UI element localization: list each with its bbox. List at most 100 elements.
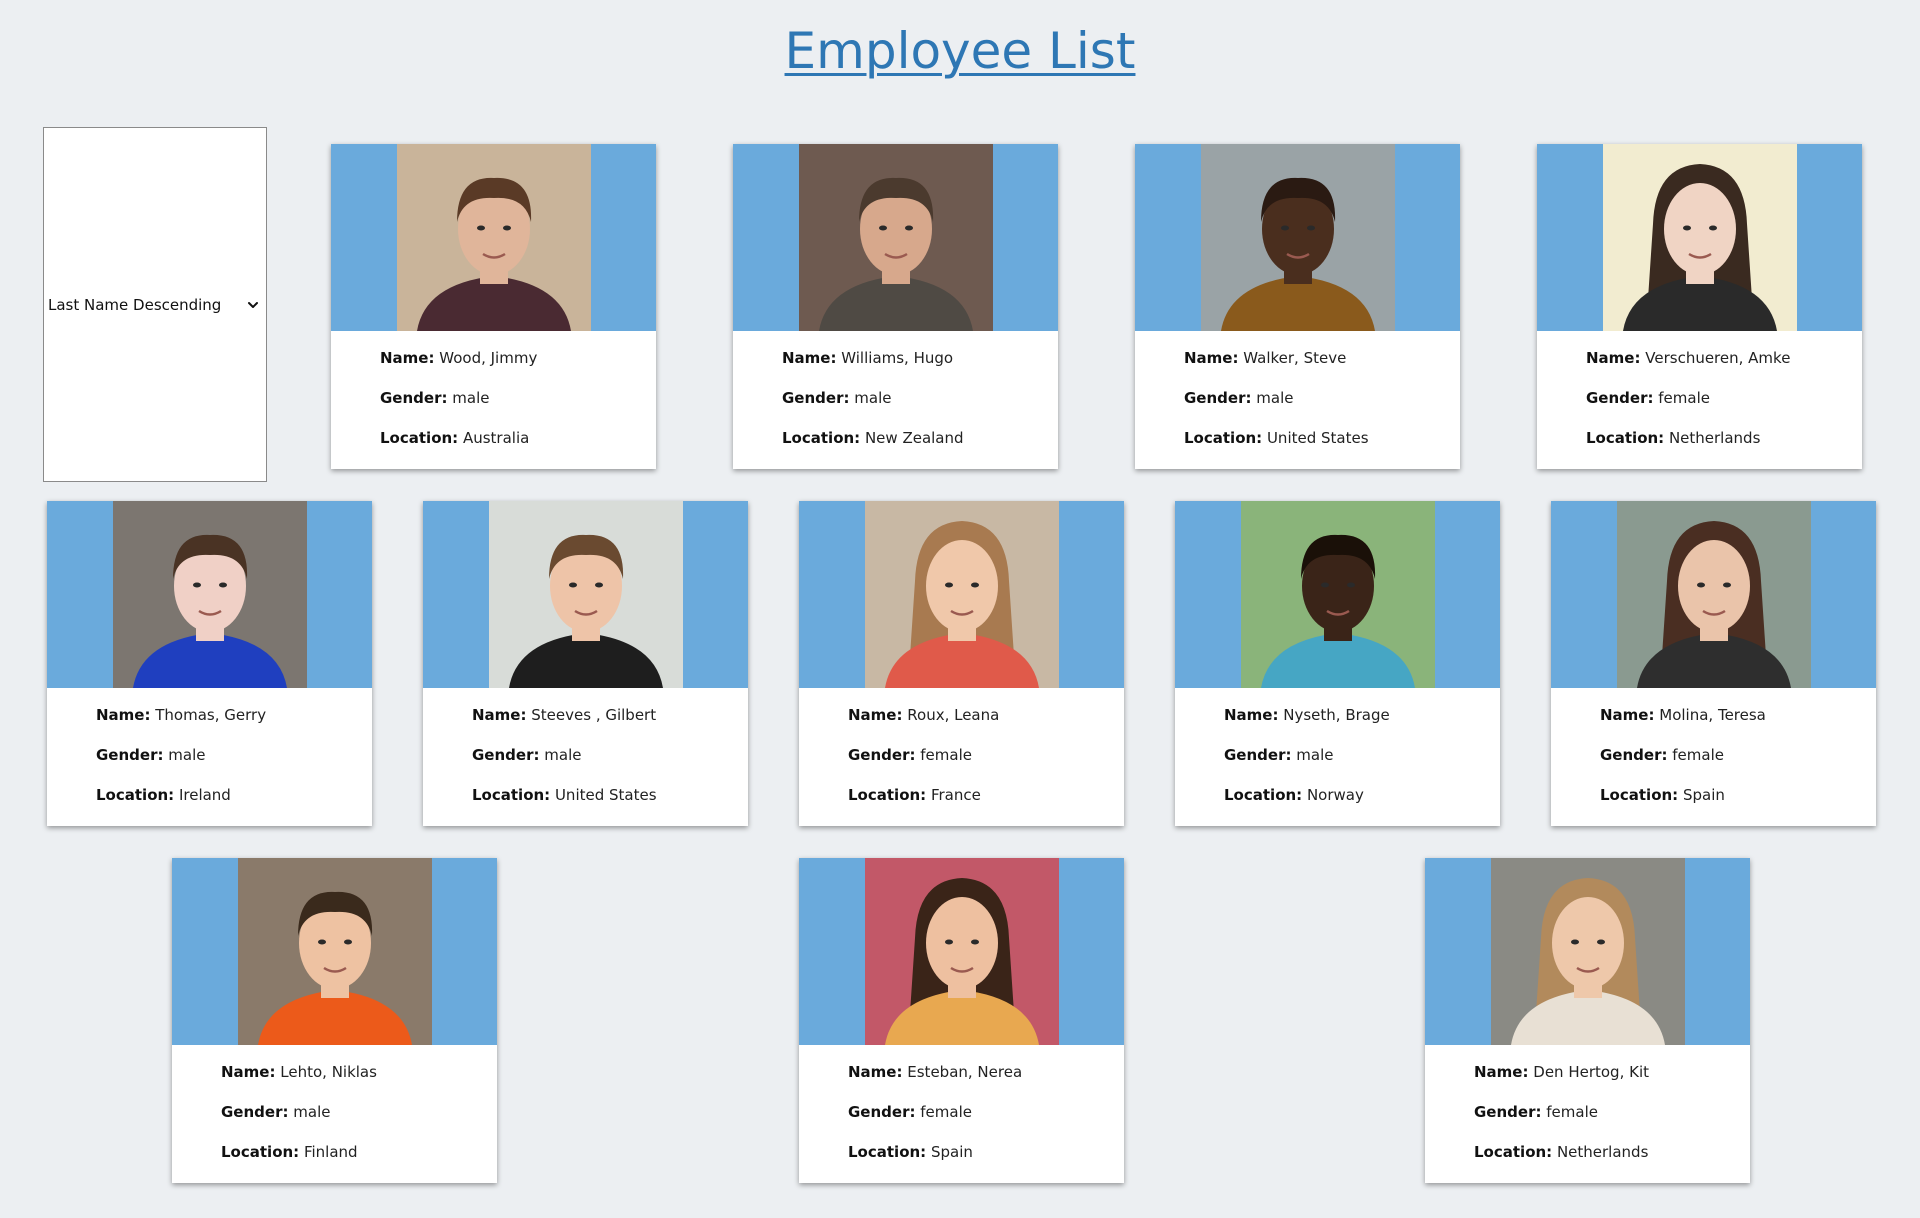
employee-card[interactable]: Name: Williams, Hugo Gender: male Location… xyxy=(733,144,1058,469)
employee-gender-row: Gender: female xyxy=(1474,1103,1750,1143)
employee-location-label: Location: xyxy=(221,1143,300,1161)
employee-name: Lehto, Niklas xyxy=(280,1063,377,1081)
employee-name: Steeves , Gilbert xyxy=(531,706,657,724)
employee-location: New Zealand xyxy=(864,429,964,447)
employee-location: Netherlands xyxy=(1556,1143,1649,1161)
employee-location-row: Location: Finland xyxy=(221,1143,497,1183)
employee-location-row: Location: United States xyxy=(1184,429,1460,469)
employee-name: Williams, Hugo xyxy=(841,349,954,367)
employee-info: Name: Williams, Hugo Gender: male Location… xyxy=(733,331,1058,469)
employee-name-label: Name: xyxy=(1600,706,1655,724)
employee-location-row: Location: France xyxy=(848,786,1124,826)
employee-info: Name: Wood, Jimmy Gender: male Location: A… xyxy=(331,331,656,469)
employee-card[interactable]: Name: Molina, Teresa Gender: female Locati… xyxy=(1551,501,1876,826)
employee-name-label: Name: xyxy=(782,349,837,367)
employee-gender: male xyxy=(168,746,206,764)
employee-location: United States xyxy=(554,786,657,804)
employee-card[interactable]: Name: Nyseth, Brage Gender: male Location:… xyxy=(1175,501,1500,826)
employee-photo xyxy=(1200,144,1395,331)
employee-name-label: Name: xyxy=(848,706,903,724)
employee-name: Molina, Teresa xyxy=(1659,706,1766,724)
employee-gender: female xyxy=(1672,746,1724,764)
employee-gender: male xyxy=(544,746,582,764)
employee-card[interactable]: Name: Verschueren, Amke Gender: female Loc… xyxy=(1537,144,1862,469)
employee-gender: male xyxy=(854,389,892,407)
photo-band xyxy=(799,501,1124,688)
employee-name-row: Name: Den Hertog, Kit xyxy=(1474,1063,1750,1103)
employee-location: Spain xyxy=(1682,786,1725,804)
employee-name-row: Name: Walker, Steve xyxy=(1184,349,1460,389)
employee-photo xyxy=(1240,501,1435,688)
employee-gender-row: Gender: male xyxy=(782,389,1058,429)
employee-name-label: Name: xyxy=(1474,1063,1529,1081)
employee-info: Name: Walker, Steve Gender: male Location:… xyxy=(1135,331,1460,469)
employee-card[interactable]: Name: Roux, Leana Gender: female Location:… xyxy=(799,501,1124,826)
employee-location: Ireland xyxy=(178,786,231,804)
employee-gender-row: Gender: male xyxy=(472,746,748,786)
employee-name-row: Name: Williams, Hugo xyxy=(782,349,1058,389)
employee-name: Den Hertog, Kit xyxy=(1533,1063,1649,1081)
employee-card[interactable]: Name: Lehto, Niklas Gender: male Location:… xyxy=(172,858,497,1183)
employee-name-row: Name: Lehto, Niklas xyxy=(221,1063,497,1103)
employee-card[interactable]: Name: Thomas, Gerry Gender: male Location:… xyxy=(47,501,372,826)
employee-name: Roux, Leana xyxy=(907,706,1000,724)
employee-gender: female xyxy=(1546,1103,1598,1121)
employee-location-row: Location: Spain xyxy=(848,1143,1124,1183)
employee-gender: female xyxy=(920,746,972,764)
employee-location-row: Location: Australia xyxy=(380,429,656,469)
sort-select-value: Last Name Descending xyxy=(48,295,222,314)
employee-gender-row: Gender: female xyxy=(848,746,1124,786)
employee-name-row: Name: Roux, Leana xyxy=(848,706,1124,746)
employee-info: Name: Nyseth, Brage Gender: male Location:… xyxy=(1175,688,1500,826)
employee-card[interactable]: Name: Walker, Steve Gender: male Location:… xyxy=(1135,144,1460,469)
employee-name: Walker, Steve xyxy=(1243,349,1347,367)
employee-gender: male xyxy=(1296,746,1334,764)
employee-gender-row: Gender: female xyxy=(1586,389,1862,429)
employee-card[interactable]: Name: Esteban, Nerea Gender: female Locati… xyxy=(799,858,1124,1183)
employee-card[interactable]: Name: Steeves , Gilbert Gender: male Locat… xyxy=(423,501,748,826)
employee-location-label: Location: xyxy=(380,429,459,447)
employee-gender-label: Gender: xyxy=(96,746,164,764)
employee-info: Name: Verschueren, Amke Gender: female Loc… xyxy=(1537,331,1862,469)
photo-band xyxy=(172,858,497,1045)
employee-name-label: Name: xyxy=(96,706,151,724)
employee-name-label: Name: xyxy=(472,706,527,724)
employee-name-row: Name: Verschueren, Amke xyxy=(1586,349,1862,389)
employee-photo xyxy=(1602,144,1797,331)
employee-location-label: Location: xyxy=(96,786,175,804)
employee-name: Esteban, Nerea xyxy=(907,1063,1023,1081)
employee-location-label: Location: xyxy=(1586,429,1665,447)
employee-name-row: Name: Wood, Jimmy xyxy=(380,349,656,389)
page: Employee List Last Name Descending Name:… xyxy=(0,0,1920,1218)
employee-name-row: Name: Nyseth, Brage xyxy=(1224,706,1500,746)
employee-name: Thomas, Gerry xyxy=(155,706,267,724)
employee-card[interactable]: Name: Den Hertog, Kit Gender: female Locat… xyxy=(1425,858,1750,1183)
page-title-link[interactable]: Employee List xyxy=(785,22,1136,80)
employee-gender-label: Gender: xyxy=(782,389,850,407)
employee-location-label: Location: xyxy=(1474,1143,1553,1161)
employee-gender-label: Gender: xyxy=(1586,389,1654,407)
employee-name-label: Name: xyxy=(380,349,435,367)
employee-photo xyxy=(1490,858,1685,1045)
sort-select[interactable]: Last Name Descending xyxy=(43,127,267,482)
employee-name-row: Name: Esteban, Nerea xyxy=(848,1063,1124,1103)
employee-name-label: Name: xyxy=(1224,706,1279,724)
employee-location-row: Location: Spain xyxy=(1600,786,1876,826)
employee-name: Verschueren, Amke xyxy=(1645,349,1791,367)
employee-location: Spain xyxy=(930,1143,973,1161)
employee-name-label: Name: xyxy=(221,1063,276,1081)
employee-photo xyxy=(864,501,1059,688)
employee-location-row: Location: Norway xyxy=(1224,786,1500,826)
employee-gender-row: Gender: male xyxy=(221,1103,497,1143)
chevron-down-icon xyxy=(248,301,258,308)
employee-gender-label: Gender: xyxy=(1474,1103,1542,1121)
employee-photo xyxy=(112,501,307,688)
employee-card[interactable]: Name: Wood, Jimmy Gender: male Location: A… xyxy=(331,144,656,469)
employee-gender-label: Gender: xyxy=(848,1103,916,1121)
employee-info: Name: Esteban, Nerea Gender: female Locati… xyxy=(799,1045,1124,1183)
employee-photo xyxy=(864,858,1059,1045)
employee-info: Name: Lehto, Niklas Gender: male Location:… xyxy=(172,1045,497,1183)
employee-name: Wood, Jimmy xyxy=(439,349,538,367)
employee-location-row: Location: Ireland xyxy=(96,786,372,826)
employee-photo xyxy=(488,501,683,688)
